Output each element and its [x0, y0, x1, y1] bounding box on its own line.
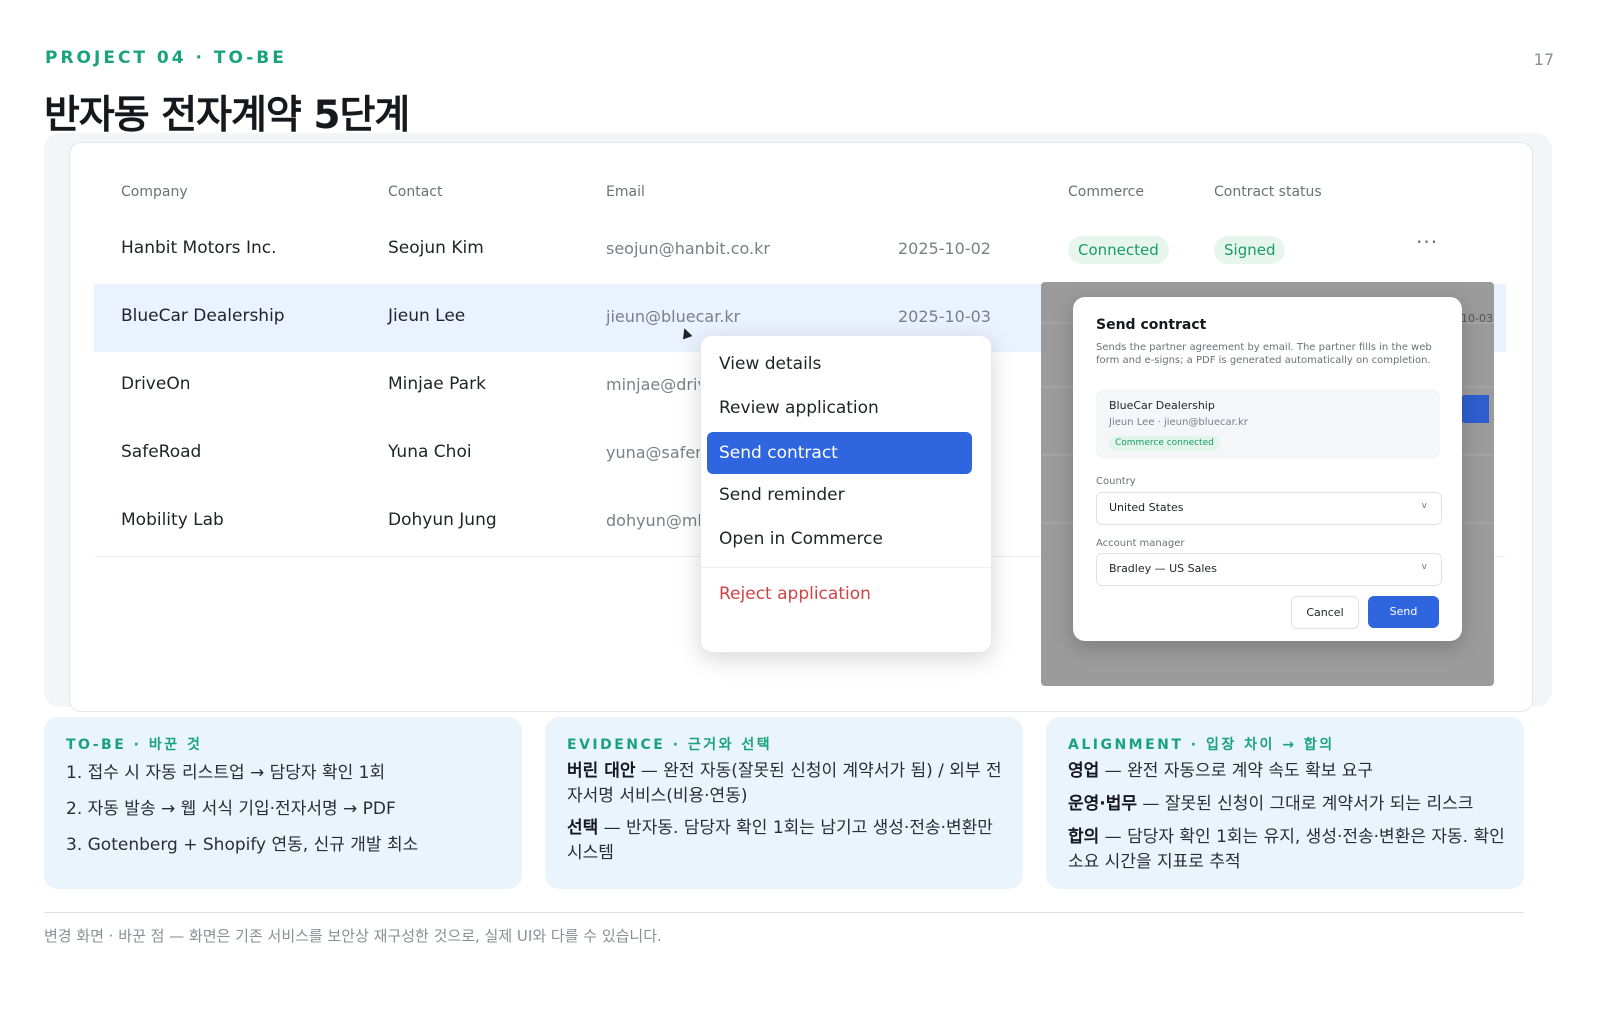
column-header-contact[interactable]: Contact — [388, 184, 442, 200]
contract-status-badge: Signed — [1214, 236, 1286, 264]
card-item: 합의 — 담당자 확인 1회는 유지, 생성·전송·변환은 자동. 확인 소요 … — [1068, 825, 1508, 875]
footer-note: 변경 화면 · 바꾼 점 — 화면은 기존 서비스를 보안상 재구성한 것으로,… — [44, 927, 662, 945]
menu-item-send-reminder[interactable]: Send reminder — [719, 485, 845, 505]
account-manager-select[interactable]: Bradley — US Sales v — [1096, 553, 1442, 586]
company-cell: Hanbit Motors Inc. — [121, 238, 277, 258]
card-heading: ALIGNMENT · 입장 차이 → 합의 — [1068, 737, 1335, 753]
card-line: 3. Gotenberg + Shopify 연동, 신규 개발 최소 — [66, 835, 419, 855]
date-cell: 2025-10-02 — [898, 239, 991, 258]
contact-cell: Yuna Choi — [388, 442, 472, 462]
row-context-menu: View details Review application Send con… — [700, 335, 992, 653]
account-manager-value: Bradley — US Sales — [1109, 562, 1217, 575]
menu-item-open-in-commerce[interactable]: Open in Commerce — [719, 529, 883, 549]
card-item-term: 선택 — [567, 818, 599, 838]
country-label: Country — [1096, 476, 1136, 487]
card-item: 선택 — 반자동. 담당자 확인 1회는 남기고 생성·전송·변환만 시스템 — [567, 816, 1007, 866]
more-actions-icon[interactable]: ··· — [1416, 230, 1438, 254]
date-cell: 2025-10-03 — [898, 307, 991, 326]
email-cell: dohyun@mla — [606, 511, 712, 530]
send-contract-dialog: Send contract Sends the partner agreemen… — [1073, 297, 1462, 641]
card-item-text: — 담당자 확인 1회는 유지, 생성·전송·변환은 자동. 확인 소요 시간을… — [1068, 827, 1505, 872]
company-cell: Mobility Lab — [121, 510, 224, 530]
dialog-description: Sends the partner agreement by email. Th… — [1096, 342, 1432, 366]
country-value: United States — [1109, 501, 1184, 514]
cancel-button[interactable]: Cancel — [1291, 596, 1359, 629]
alignment-card: ALIGNMENT · 입장 차이 → 합의 영업 — 완전 자동으로 계약 속… — [1046, 717, 1524, 889]
contact-cell: Dohyun Jung — [388, 510, 497, 530]
country-select[interactable]: United States v — [1096, 492, 1442, 525]
card-item-term: 버린 대안 — [567, 761, 636, 781]
chevron-down-icon: v — [1421, 501, 1427, 511]
page-number: 17 — [1533, 50, 1554, 69]
column-header-contract-status[interactable]: Contract status — [1214, 184, 1322, 200]
column-header-email[interactable]: Email — [606, 184, 645, 200]
card-item-text: — 잘못된 신청이 그대로 계약서가 되는 리스크 — [1137, 794, 1474, 814]
company-cell: BlueCar Dealership — [121, 306, 285, 326]
to-be-card: TO-BE · 바꾼 것 1. 접수 시 자동 리스트업 → 담당자 확인 1회… — [44, 717, 522, 889]
menu-item-review-application[interactable]: Review application — [719, 398, 879, 418]
contact-cell: Minjae Park — [388, 374, 486, 394]
partner-name: BlueCar Dealership — [1109, 399, 1215, 412]
card-item-text: — 반자동. 담당자 확인 1회는 남기고 생성·전송·변환만 시스템 — [567, 818, 993, 863]
partner-contact: Jieun Lee · jieun@bluecar.kr — [1109, 417, 1248, 428]
partner-summary-card: BlueCar Dealership Jieun Lee · jieun@blu… — [1096, 389, 1440, 459]
chevron-down-icon: v — [1421, 562, 1427, 572]
email-cell: jieun@bluecar.kr — [606, 307, 741, 326]
overlay-button-fragment — [1461, 395, 1489, 423]
menu-item-view-details[interactable]: View details — [719, 354, 821, 374]
account-manager-label: Account manager — [1096, 538, 1185, 549]
footer-divider — [44, 912, 1524, 913]
card-line: 1. 접수 시 자동 리스트업 → 담당자 확인 1회 — [66, 763, 386, 783]
menu-item-send-contract[interactable]: Send contract — [707, 432, 972, 474]
evidence-card: EVIDENCE · 근거와 선택 버린 대안 — 완전 자동(잘못된 신청이 … — [545, 717, 1023, 889]
slide-eyebrow: PROJECT 04 · TO-BE — [45, 48, 287, 68]
company-cell: SafeRoad — [121, 442, 202, 462]
email-cell: minjae@driv — [606, 375, 707, 394]
menu-divider — [701, 567, 991, 568]
table-row[interactable]: Hanbit Motors Inc. Seojun Kim seojun@han… — [94, 216, 1506, 285]
column-header-company[interactable]: Company — [121, 184, 188, 200]
dialog-title: Send contract — [1096, 317, 1207, 333]
card-item-text: — 완전 자동으로 계약 속도 확보 요구 — [1099, 761, 1374, 781]
email-cell: seojun@hanbit.co.kr — [606, 239, 770, 258]
card-item: 운영·법무 — 잘못된 신청이 그대로 계약서가 되는 리스크 — [1068, 792, 1508, 817]
card-heading: EVIDENCE · 근거와 선택 — [567, 737, 773, 753]
card-item-term: 운영·법무 — [1068, 794, 1138, 814]
card-item: 버린 대안 — 완전 자동(잘못된 신청이 계약서가 됨) / 외부 전자서명 … — [567, 759, 1007, 809]
card-item-term: 영업 — [1068, 761, 1100, 781]
company-cell: DriveOn — [121, 374, 191, 394]
commerce-status-badge: Connected — [1068, 236, 1169, 264]
card-line: 2. 자동 발송 → 웹 서식 기입·전자서명 → PDF — [66, 799, 396, 819]
contact-cell: Jieun Lee — [388, 306, 466, 326]
slide-title: 반자동 전자계약 5단계 — [44, 93, 410, 138]
card-item-term: 합의 — [1068, 827, 1100, 847]
send-button[interactable]: Send — [1368, 596, 1439, 628]
overlay-date-text: 10-03 — [1461, 312, 1493, 325]
contact-cell: Seojun Kim — [388, 238, 484, 258]
card-item: 영업 — 완전 자동으로 계약 속도 확보 요구 — [1068, 759, 1508, 784]
card-heading: TO-BE · 바꾼 것 — [66, 737, 203, 753]
menu-item-reject-application[interactable]: Reject application — [719, 584, 871, 604]
email-cell: yuna@saferc — [606, 443, 711, 462]
column-header-commerce[interactable]: Commerce — [1068, 184, 1144, 200]
commerce-connected-badge: Commerce connected — [1109, 436, 1220, 451]
